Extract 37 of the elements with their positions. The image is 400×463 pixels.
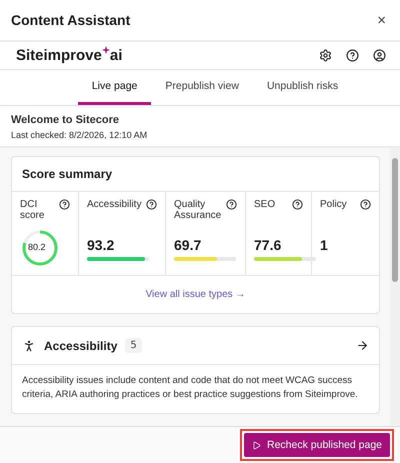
issue-count: 5 xyxy=(125,338,142,353)
help-icon[interactable] xyxy=(146,199,157,210)
score-label: SEO xyxy=(254,199,276,210)
score-value: 80.2 xyxy=(28,242,46,252)
tab[interactable]: Unpublish risks xyxy=(252,70,352,105)
score-label: Policy xyxy=(320,199,347,210)
help-button[interactable] xyxy=(346,49,359,62)
card-title: Score summary xyxy=(22,167,112,181)
last-checked-text: Last checked: 8/2/2026, 12:10 AM xyxy=(11,130,148,140)
page-title: Welcome to Sitecore xyxy=(11,114,120,126)
scrollbar[interactable] xyxy=(390,148,400,426)
issue-description: Accessibility issues include content and code that do not meet WCAG success criteria, ARIA authoring practices or best practice suggestions from Siteimprove. xyxy=(21,374,359,402)
tab[interactable]: Live page xyxy=(78,70,152,105)
help-icon[interactable] xyxy=(292,199,303,210)
score-value: 77.6 xyxy=(254,237,282,253)
tab[interactable]: Prepublish view xyxy=(151,70,253,105)
score-value: 1 xyxy=(320,237,329,253)
help-icon[interactable] xyxy=(360,199,371,210)
card-title: Accessibility xyxy=(44,338,118,352)
accessibility-icon xyxy=(22,338,36,352)
arrow-right-icon[interactable] xyxy=(356,339,369,352)
help-icon[interactable] xyxy=(59,199,70,210)
settings-button[interactable] xyxy=(319,49,332,62)
score-label: Accessibility xyxy=(87,199,142,210)
play-icon xyxy=(252,440,261,450)
brand-logo: Siteimprove ai xyxy=(16,47,122,64)
window-title: Content Assistant xyxy=(11,12,130,28)
view-all-link[interactable]: View all issue types → xyxy=(12,276,379,313)
score-label: Quality Assurance xyxy=(174,199,222,221)
recheck-button[interactable]: Recheck published page xyxy=(244,433,390,457)
user-button[interactable] xyxy=(373,49,386,62)
close-button[interactable]: × xyxy=(377,12,386,28)
score-value: 93.2 xyxy=(87,237,116,253)
score-value: 69.7 xyxy=(174,237,202,253)
help-icon[interactable] xyxy=(226,199,237,210)
score-label: DCI score xyxy=(20,199,46,221)
sparkle-icon xyxy=(102,46,110,54)
